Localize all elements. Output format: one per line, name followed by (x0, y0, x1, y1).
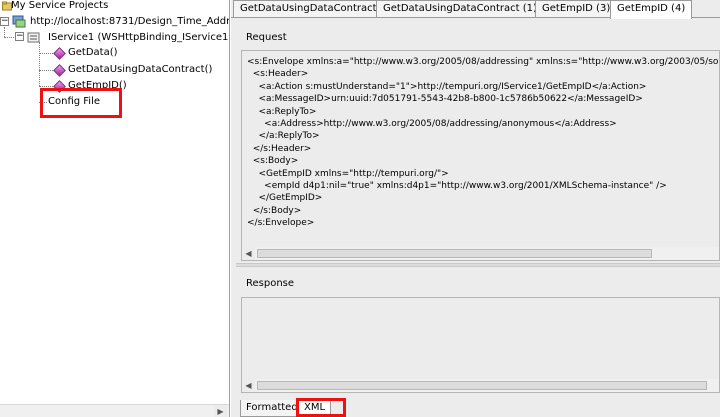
request-xml-line: <s:Header> (247, 69, 309, 80)
request-xml-line: <s:Envelope xmlns:a="http://www.w3.org/2… (247, 57, 719, 67)
tree-root-label: My Service Projects (11, 0, 109, 11)
collapse-toggle-endpoint[interactable]: − (0, 17, 9, 26)
xml-tab-highlight (296, 398, 346, 417)
method-icon (53, 64, 66, 77)
tab-getempid-4[interactable]: GetEmpID (4) (610, 0, 693, 19)
request-xml-line: <a:Address>http://www.w3.org/2005/08/add… (247, 119, 617, 130)
request-xml-line: </s:Envelope> (247, 218, 315, 229)
request-horizontal-scrollbar[interactable]: ◀ (242, 247, 719, 260)
response-xml-box[interactable]: ◀ (241, 297, 720, 393)
response-horizontal-scrollbar[interactable]: ◀ (242, 379, 719, 392)
tree-contract-label: IService1 (WSHttpBinding_IService1) (48, 32, 230, 43)
scroll-left-arrow-icon[interactable]: ◀ (242, 379, 255, 392)
request-xml-line: </s:Body> (247, 205, 302, 216)
tree-root-item[interactable]: My Service Projects (11, 0, 108, 14)
tree-horizontal-scrollbar[interactable]: ▶ (0, 404, 229, 417)
scroll-left-arrow-icon[interactable]: ◀ (242, 247, 255, 260)
tree-method-getdata[interactable]: GetData() (68, 45, 118, 61)
tree-method-label: GetDataUsingDataContract() (68, 64, 213, 75)
request-xml-line: <a:Action s:mustUnderstand="1">http://te… (247, 81, 647, 92)
service-tree-pane: My Service Projects − http://localhost:8… (0, 0, 230, 417)
tree-endpoint-label: http://localhost:8731/Design_Time_Addres… (30, 16, 230, 27)
tab-getdatausingdatacontract[interactable]: GetDataUsingDataContract (233, 0, 384, 17)
tree-contract-item[interactable]: IService1 (WSHttpBinding_IService1) (48, 30, 230, 46)
config-file-highlight (40, 88, 122, 118)
request-xml-text: <s:Envelope xmlns:a="http://www.w3.org/2… (247, 56, 719, 230)
request-xml-line: </GetEmpID> (247, 193, 323, 204)
request-xml-box[interactable]: <s:Envelope xmlns:a="http://www.w3.org/2… (241, 50, 720, 261)
tree-method-label: GetData() (68, 47, 118, 58)
request-xml-line: <a:ReplyTo> (247, 106, 317, 117)
scroll-thumb[interactable] (257, 249, 652, 258)
request-title: Request (246, 32, 287, 43)
request-xml-line: </s:Header> (247, 143, 312, 154)
service-endpoint-icon (12, 15, 26, 28)
request-xml-line: </a:ReplyTo> (247, 131, 320, 142)
tab-getempid-3[interactable]: GetEmpID (3) (535, 0, 618, 17)
tab-formatted[interactable]: Formatted (240, 400, 304, 417)
request-xml-line: <empId d4p1:nil="true" xmlns:d4p1="http:… (247, 181, 667, 192)
method-icon (53, 47, 66, 60)
request-xml-line: <s:Body> (247, 156, 299, 167)
test-client-pane: GetDataUsingDataContract GetDataUsingDat… (231, 0, 720, 417)
scroll-right-arrow-icon[interactable]: ▶ (214, 405, 227, 417)
tree-endpoint-item[interactable]: http://localhost:8731/Design_Time_Addres… (30, 14, 230, 30)
response-title: Response (246, 278, 295, 289)
collapse-toggle-contract[interactable]: − (15, 32, 24, 41)
scroll-thumb[interactable] (257, 381, 707, 390)
tree-method-getdatausingdatacontract[interactable]: GetDataUsingDataContract() (68, 62, 212, 78)
pane-splitter[interactable] (236, 263, 720, 267)
request-xml-line: <a:MessageID>urn:uuid:7d051791-5543-42b8… (247, 94, 643, 105)
request-xml-line: <GetEmpID xmlns="http://tempuri.org/"> (247, 168, 449, 179)
tab-getdatausingdatacontract-1[interactable]: GetDataUsingDataContract (1) (376, 0, 544, 17)
